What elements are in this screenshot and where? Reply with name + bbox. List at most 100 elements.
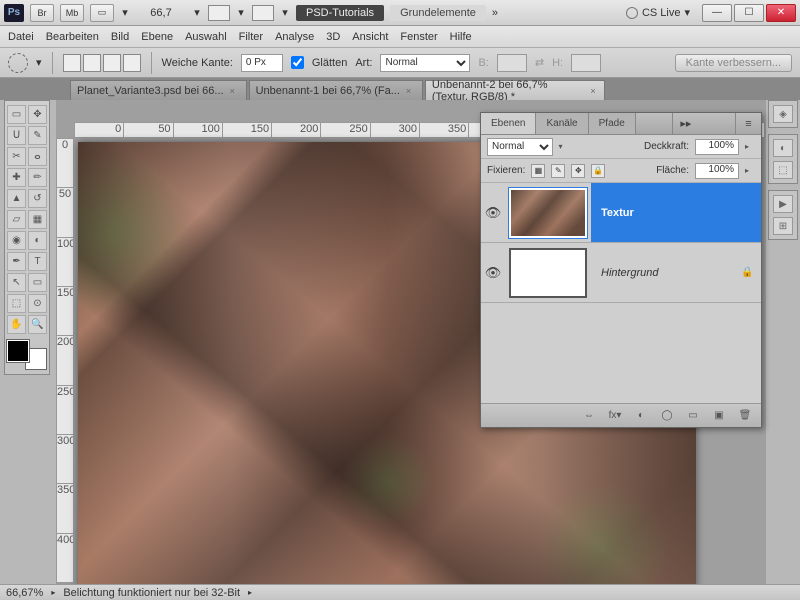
stamp-tool[interactable]: ▲ <box>7 189 26 208</box>
slider-icon[interactable]: ▸ <box>745 142 755 151</box>
brush-tool[interactable]: ✏ <box>28 168 47 187</box>
info-icon[interactable]: ⊞ <box>773 217 793 235</box>
panel-collapse-icon[interactable]: ▸▸ <box>672 113 698 134</box>
doc-tab[interactable]: Planet_Variante3.psd bei 66...× <box>70 80 247 100</box>
maximize-button[interactable]: ☐ <box>734 4 764 22</box>
hand-tool[interactable]: ✋ <box>7 315 26 334</box>
dodge-tool[interactable]: ◐ <box>28 231 47 250</box>
fill-input[interactable]: 100% <box>695 163 739 179</box>
visibility-toggle[interactable]: 👁 <box>481 205 505 221</box>
antialias-checkbox[interactable] <box>291 56 304 69</box>
workspace-selector[interactable]: Grundelemente <box>390 5 486 21</box>
crop-tool[interactable]: ✂ <box>7 147 26 166</box>
fx-button[interactable]: fx▾ <box>607 409 623 423</box>
menu-auswahl[interactable]: Auswahl <box>185 31 227 43</box>
menu-ansicht[interactable]: Ansicht <box>352 31 388 43</box>
shape-tool[interactable]: ▭ <box>28 273 47 292</box>
layer-thumbnail[interactable] <box>509 188 587 238</box>
minibridge-button[interactable]: Mb <box>60 4 84 22</box>
selection-add[interactable] <box>83 54 101 72</box>
gradient-tool[interactable]: ▦ <box>28 210 47 229</box>
healing-tool[interactable]: ✚ <box>7 168 26 187</box>
viewmode-button[interactable]: ▭ <box>90 4 114 22</box>
selection-intersect[interactable] <box>123 54 141 72</box>
mask-button[interactable]: ◐ <box>633 409 649 423</box>
zoom-status[interactable]: 66,67% <box>6 587 43 599</box>
doc-tab[interactable]: Unbenannt-2 bei 66,7% (Textur, RGB/8) *× <box>425 80 605 100</box>
opacity-input[interactable]: 100% <box>695 139 739 155</box>
dropdown-icon[interactable]: ▾ <box>192 6 202 19</box>
actions-icon[interactable]: ▶ <box>773 195 793 213</box>
panel-tab-kanaele[interactable]: Kanäle <box>536 113 588 134</box>
menu-fenster[interactable]: Fenster <box>400 31 437 43</box>
chevrons-icon[interactable]: » <box>492 7 498 19</box>
dropdown-icon[interactable]: ▾ <box>36 56 42 69</box>
blur-tool[interactable]: ◉ <box>7 231 26 250</box>
close-button[interactable]: ✕ <box>766 4 796 22</box>
layers-icon[interactable]: ◈ <box>773 105 793 123</box>
panel-tab-pfade[interactable]: Pfade <box>589 113 636 134</box>
eyedropper-tool[interactable]: ⴰ <box>28 147 47 166</box>
close-icon[interactable]: × <box>230 86 240 96</box>
adjustment-layer-button[interactable]: ◯ <box>659 409 675 423</box>
screenmode-button[interactable] <box>252 5 274 21</box>
styles-icon[interactable]: ⬚ <box>773 161 793 179</box>
3d-tool[interactable]: ⬚ <box>7 294 26 313</box>
zoom-tool[interactable]: 🔍 <box>28 315 47 334</box>
layer-name[interactable]: Textur <box>591 183 761 242</box>
ruler-vertical[interactable]: 050100150200250300350400 <box>56 138 74 584</box>
menu-hilfe[interactable]: Hilfe <box>450 31 472 43</box>
menu-bild[interactable]: Bild <box>111 31 129 43</box>
dropdown-icon[interactable]: ▾ <box>280 6 290 19</box>
menu-ebene[interactable]: Ebene <box>141 31 173 43</box>
type-tool[interactable]: T <box>28 252 47 271</box>
layer-row[interactable]: 👁 Textur <box>481 183 761 243</box>
menu-bearbeiten[interactable]: Bearbeiten <box>46 31 99 43</box>
path-select-tool[interactable]: ↖ <box>7 273 26 292</box>
link-layers-button[interactable]: ⇔ <box>581 409 597 423</box>
color-swatches[interactable] <box>7 340 47 370</box>
chevron-icon[interactable]: ▸ <box>248 588 252 597</box>
doc-tab[interactable]: Unbenannt-1 bei 66,7% (Fa...× <box>249 80 423 100</box>
new-layer-button[interactable]: ▣ <box>711 409 727 423</box>
menu-filter[interactable]: Filter <box>239 31 263 43</box>
zoom-display[interactable]: 66,7 <box>136 7 186 19</box>
pen-tool[interactable]: ✒ <box>7 252 26 271</box>
history-brush-tool[interactable]: ↺ <box>28 189 47 208</box>
cslive-button[interactable]: CS Live ▾ <box>626 6 690 19</box>
chevron-icon[interactable]: ▸ <box>51 588 55 597</box>
lock-position[interactable]: ✥ <box>571 164 585 178</box>
eraser-tool[interactable]: ▱ <box>7 210 26 229</box>
dropdown-icon[interactable]: ▾ <box>120 6 130 19</box>
layer-row[interactable]: 👁 Hintergrund 🔒 <box>481 243 761 303</box>
selection-subtract[interactable] <box>103 54 121 72</box>
panel-tab-ebenen[interactable]: Ebenen <box>481 113 536 134</box>
bridge-button[interactable]: Br <box>30 4 54 22</box>
dropdown-icon[interactable]: ▾ <box>236 6 246 19</box>
close-icon[interactable]: × <box>406 86 416 96</box>
visibility-toggle[interactable]: 👁 <box>481 265 505 281</box>
close-icon[interactable]: × <box>590 86 598 96</box>
refine-edge-button[interactable]: Kante verbessern... <box>675 54 792 72</box>
lock-pixels[interactable]: ✎ <box>551 164 565 178</box>
lock-all[interactable]: 🔒 <box>591 164 605 178</box>
blend-mode-select[interactable]: Normal <box>487 138 553 156</box>
group-button[interactable]: ▭ <box>685 409 701 423</box>
menu-analyse[interactable]: Analyse <box>275 31 314 43</box>
feather-input[interactable] <box>241 54 283 72</box>
panel-menu-icon[interactable]: ≡ <box>735 113 761 134</box>
selection-new[interactable] <box>63 54 81 72</box>
quickselect-tool[interactable]: ✎ <box>28 126 47 145</box>
layer-name[interactable]: Hintergrund <box>591 243 741 302</box>
3d-camera-tool[interactable]: ⊙ <box>28 294 47 313</box>
arrange-button[interactable] <box>208 5 230 21</box>
menu-datei[interactable]: Datei <box>8 31 34 43</box>
slider-icon[interactable]: ▸ <box>745 166 755 175</box>
minimize-button[interactable]: — <box>702 4 732 22</box>
marquee-tool[interactable]: ▭ <box>7 105 26 124</box>
lock-transparency[interactable]: ▦ <box>531 164 545 178</box>
layer-thumbnail[interactable] <box>509 248 587 298</box>
menu-3d[interactable]: 3D <box>326 31 340 43</box>
fg-color[interactable] <box>7 340 29 362</box>
move-tool[interactable]: ✥ <box>28 105 47 124</box>
